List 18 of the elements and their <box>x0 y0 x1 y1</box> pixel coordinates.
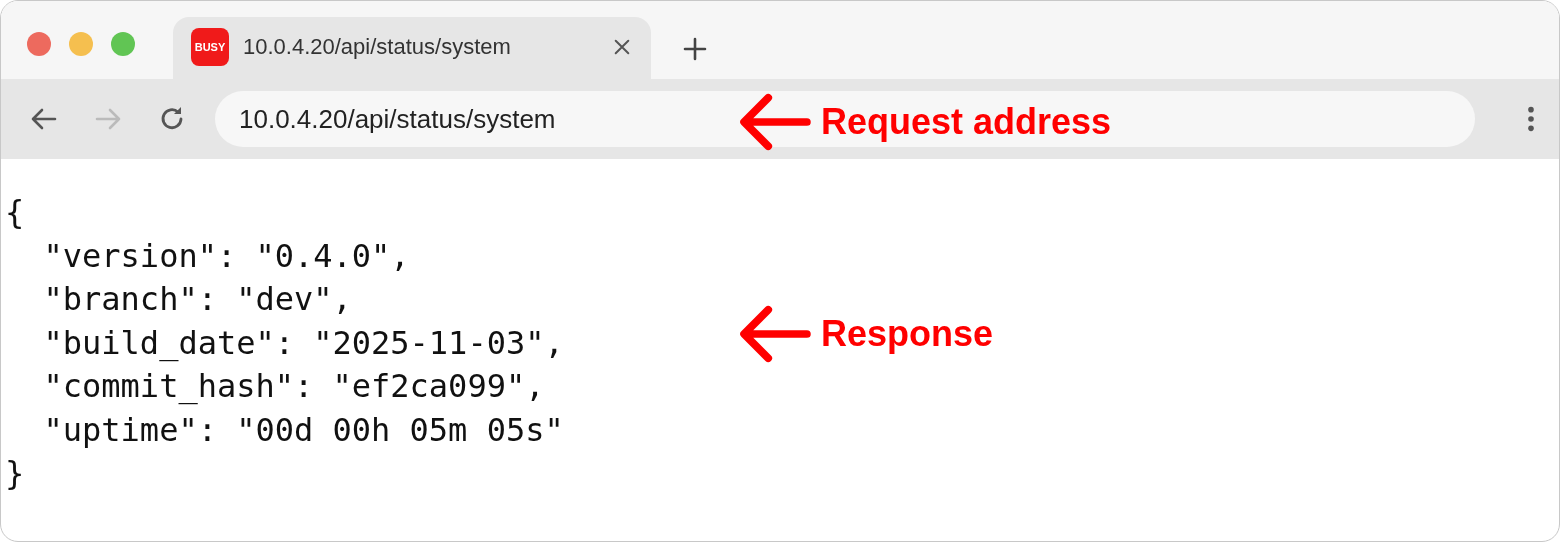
json-line: { <box>5 192 25 233</box>
json-line: "version": "0.4.0", <box>42 235 410 277</box>
tab-title: 10.0.4.20/api/status/system <box>243 34 512 60</box>
close-window-button[interactable] <box>27 32 51 56</box>
arrow-icon <box>739 93 811 151</box>
json-line: "branch": "dev", <box>42 279 352 320</box>
json-line: "build_date": "2025-11-03", <box>42 322 564 364</box>
json-line: "uptime": "00d 00h 05m 05s" <box>42 409 564 451</box>
annotation-label: Request address <box>821 101 1112 143</box>
menu-icon[interactable] <box>1527 105 1535 133</box>
arrow-icon <box>739 305 811 363</box>
browser-tab[interactable]: BUSY 10.0.4.20/api/status/system <box>173 17 651 79</box>
json-line: } <box>5 453 25 494</box>
site-logo: BUSY <box>191 28 229 66</box>
json-line: "commit_hash": "ef2ca099", <box>42 366 545 407</box>
close-icon[interactable] <box>613 38 631 56</box>
annotation-label: Response <box>821 313 994 355</box>
plus-icon[interactable] <box>683 37 707 61</box>
